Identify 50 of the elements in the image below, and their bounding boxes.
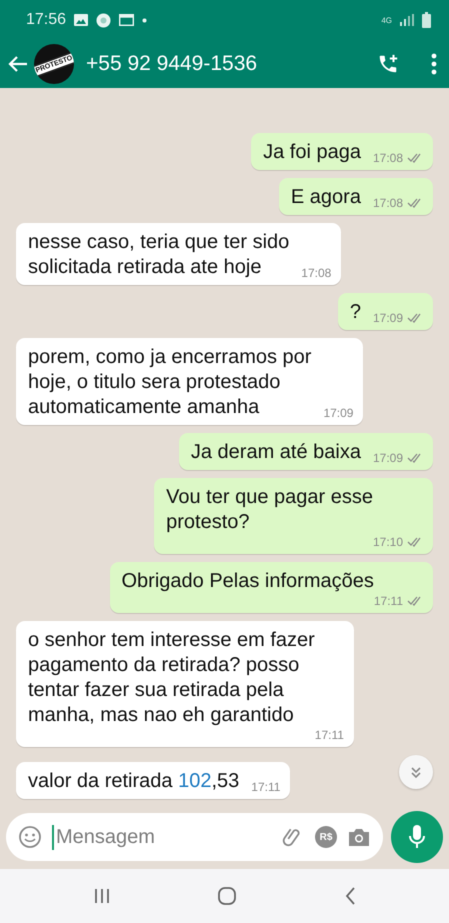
message-time: 17:11 xyxy=(314,728,344,742)
message-text: o senhor tem interesse em fazer pagamento da retirada? posso tentar fazer sua retirada pela manha, mas nao eh garantido xyxy=(28,628,315,728)
message-time: 17:09 xyxy=(323,406,354,420)
message-field[interactable]: Mensagem R$ xyxy=(6,813,383,861)
scroll-down-button[interactable] xyxy=(399,755,433,789)
message-time: 17:08 xyxy=(372,151,403,165)
contact-name[interactable]: +55 92 9449-1536 xyxy=(86,52,258,76)
coin-icon xyxy=(96,12,112,28)
microphone-button[interactable] xyxy=(391,811,443,863)
signal-icon xyxy=(400,14,414,26)
camera-icon[interactable] xyxy=(347,826,371,848)
message-text: nesse caso, teria que ter sido solicitada retirada ate hoje xyxy=(28,230,290,280)
message-time: 17:09 xyxy=(372,311,403,325)
double-check-icon xyxy=(407,537,423,547)
message-text: Obrigado Pelas informações xyxy=(122,569,374,594)
message-time: 17:08 xyxy=(372,196,403,210)
message-text: Ja deram até baixa xyxy=(190,440,361,465)
payment-button[interactable]: R$ xyxy=(315,826,337,848)
message-time: 17:11 xyxy=(251,780,280,794)
number-link[interactable]: 102 xyxy=(178,770,212,792)
emoji-icon[interactable] xyxy=(18,825,42,849)
more-options-button[interactable] xyxy=(431,53,437,75)
message-text: porem, como ja encerramos por hoje, o titulo sera protestado automaticamente amanha xyxy=(28,345,312,420)
image-icon xyxy=(74,14,88,26)
back-button[interactable] xyxy=(8,55,28,73)
double-check-icon xyxy=(407,596,423,606)
battery-icon xyxy=(422,12,431,28)
message-text: Vou ter que pagar esse protesto? xyxy=(166,485,373,535)
home-button[interactable] xyxy=(217,886,238,906)
double-check-icon xyxy=(407,153,423,163)
double-check-icon xyxy=(407,453,423,463)
window-icon xyxy=(119,14,134,26)
back-nav-button[interactable] xyxy=(344,886,356,906)
network-type: 4G xyxy=(381,16,392,24)
message-time: 17:09 xyxy=(372,451,403,465)
message-text: Ja foi paga xyxy=(263,140,361,165)
double-check-icon xyxy=(407,313,423,323)
microphone-icon xyxy=(408,824,426,850)
double-chevron-icon xyxy=(409,765,423,779)
message-text: E agora xyxy=(290,185,361,210)
recent-apps-button[interactable] xyxy=(93,887,112,905)
message-text: ? xyxy=(350,300,361,325)
message-time: 17:11 xyxy=(374,594,403,608)
message-text: valor da retirada 102,53 xyxy=(28,769,240,794)
message-time: 17:10 xyxy=(372,535,403,549)
status-time: 17:56 xyxy=(26,11,66,29)
message-time: 17:08 xyxy=(301,266,332,280)
double-check-icon xyxy=(407,198,423,208)
add-call-button[interactable] xyxy=(377,53,399,75)
dot-icon xyxy=(142,18,148,22)
